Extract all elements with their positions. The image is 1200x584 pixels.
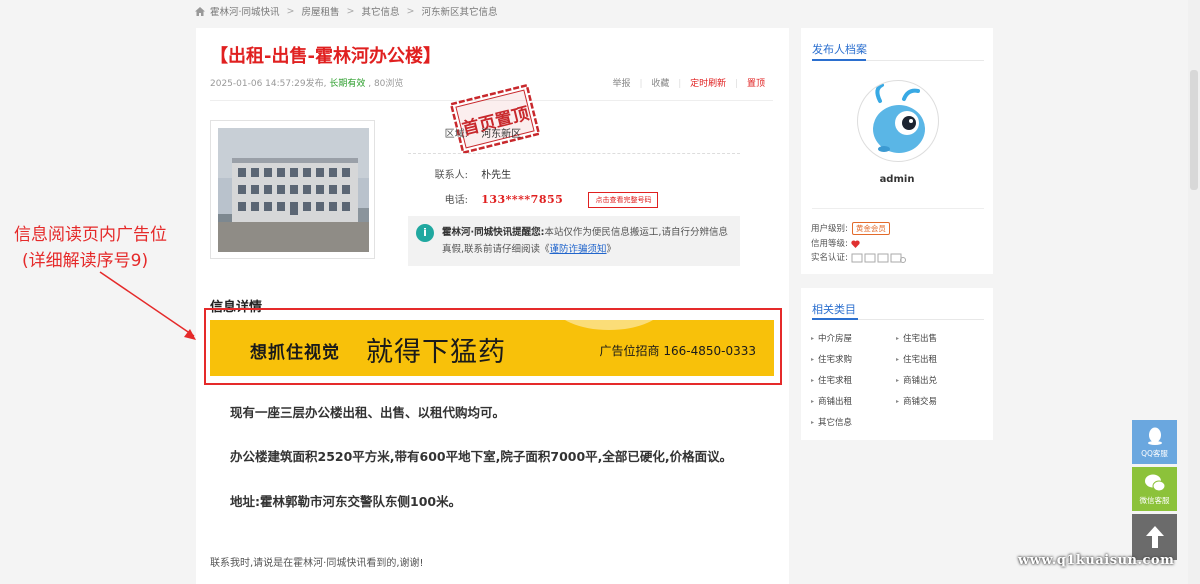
category-link[interactable]: 商铺交易 [896,395,937,407]
pin-top-link[interactable]: 置顶 [747,79,765,89]
arrow-up-icon [1145,526,1164,548]
photo-gallery[interactable]: 1图 [210,120,375,341]
detail-paragraph: 现有一座三层办公楼出租、出售、以租代购均可。 [230,405,506,420]
ad-highlight-frame [204,308,782,385]
building-photo[interactable] [218,128,369,252]
category-link[interactable]: 商铺出兑 [896,374,937,386]
anti-fraud-link[interactable]: 谨防诈骗须知 [550,244,607,255]
breadcrumb-site[interactable]: 霍林河·同城快讯 [210,4,280,18]
detail-paragraph: 地址:霍林郭勒市河东交警队东侧100米。 [230,494,462,509]
post-actions: 举报 | 收藏 | 定时刷新 | 置顶 [607,76,765,89]
divider: | [678,79,682,89]
safety-tip-text: 霍林河·同城快讯提醒您:本站仅作为便民信息搬运工,请自行分辨信息真假,联系前请仔… [442,224,732,258]
level-label: 用户级别: [811,224,848,234]
category-link[interactable]: 其它信息 [811,416,852,428]
category-link[interactable]: 住宅出售 [896,332,937,344]
category-link[interactable]: 住宅求租 [811,374,852,386]
qq-support-button[interactable]: QQ客服 [1132,420,1177,464]
wechat-label: 微信客服 [1139,496,1170,505]
info-icon: i [416,224,434,242]
post-validity: 长期有效 [329,79,366,89]
area-label: 区域: [444,129,468,140]
wechat-icon [1144,474,1165,492]
tip-title: 霍林河·同城快讯提醒您: [442,227,545,238]
qq-icon [1147,427,1162,445]
phone-value: 133****7855 [481,193,564,206]
avatar[interactable] [857,80,939,162]
annotation-line1: 信息阅读页内广告位 [14,225,167,245]
publisher-card: 发布人档案 admin 用户级别: 黄金会员 信用等级: 实名认证: [801,28,993,274]
breadcrumb-separator: > [286,5,295,17]
tip-end: 》 [606,244,617,255]
contact-label: 联系人: [434,170,468,181]
divider: | [735,79,739,89]
heading-underline [812,59,866,61]
phone-label: 电话: [444,195,468,206]
breadcrumb-separator: > [406,5,415,17]
verify-row: 实名认证: [811,251,907,263]
heading-underline [812,318,858,320]
publisher-name: admin [879,174,915,185]
scheduled-refresh-link[interactable]: 定时刷新 [690,79,726,89]
phone-row: 电话: 133****7855 点击查看完整号码 [418,191,659,208]
breadcrumb-subcategory[interactable]: 其它信息 [361,4,399,18]
credit-label: 信用等级: [811,239,848,249]
scrollbar-thumb[interactable] [1190,70,1198,190]
category-link[interactable]: 中介房屋 [811,332,852,344]
user-level-row: 用户级别: 黄金会员 [811,222,890,235]
favorite-link[interactable]: 收藏 [651,79,669,89]
contact-note: 联系我时,请说是在霍林河·同城快讯看到的,谢谢! [210,558,424,569]
home-icon[interactable] [195,6,205,16]
breadcrumb-separator: > [346,5,355,17]
related-heading: 相关类目 [812,303,856,316]
report-link[interactable]: 举报 [613,79,631,89]
divider [812,208,984,209]
heart-icon [850,239,860,248]
category-link[interactable]: 住宅出租 [896,353,937,365]
post-detail-panel: 【出租-出售-霍林河办公楼】 2025-01-06 14:57:29发布, 长期… [196,28,789,584]
area-row: 区域: 河东新区 [418,125,522,140]
verify-label: 实名认证: [811,253,848,263]
divider [408,153,740,154]
contact-row: 联系人: 朴先生 [418,166,512,181]
page-scrollbar[interactable] [1188,0,1200,584]
post-meta: 2025-01-06 14:57:29发布, 长期有效 , 80浏览 [210,76,403,89]
qq-label: QQ客服 [1141,449,1168,458]
show-full-phone-button[interactable]: 点击查看完整号码 [588,192,659,208]
category-link[interactable]: 商铺出租 [811,395,852,407]
watermark: www.q1kuaisun.com [1018,553,1175,568]
credit-row: 信用等级: [811,237,860,249]
detail-paragraph: 办公楼建筑面积2520平方米,带有600平地下室,院子面积7000平,全部已硬化… [230,449,733,464]
publisher-heading: 发布人档案 [812,43,867,56]
area-value[interactable]: 河东新区 [481,129,521,140]
breadcrumb-category[interactable]: 房屋租售 [302,4,340,18]
featured-stamp: 首页置顶 [449,83,542,155]
post-time: 2025-01-06 14:57:29发布, [210,79,327,89]
verification-icons [851,253,906,263]
annotation-arrow [99,271,196,340]
post-title: 【出租-出售-霍林河办公楼】 [210,46,441,67]
safety-tip: i 霍林河·同城快讯提醒您:本站仅作为便民信息搬运工,请自行分辨信息真假,联系前… [408,216,740,266]
divider: | [639,79,643,89]
annotation-label: 信息阅读页内广告位 (详细解读序号9) [14,222,184,274]
breadcrumb: 霍林河·同城快讯 > 房屋租售 > 其它信息 > 河东新区其它信息 [195,4,497,18]
post-views: , 80浏览 [368,79,404,89]
level-badge: 黄金会员 [851,222,890,235]
breadcrumb-current[interactable]: 河东新区其它信息 [421,4,497,18]
category-link[interactable]: 住宅求购 [811,353,852,365]
related-categories: 相关类目 中介房屋 住宅出售 住宅求购 住宅出租 住宅求租 商铺出兑 商铺出租 … [801,288,993,440]
contact-value: 朴先生 [481,170,512,181]
wechat-support-button[interactable]: 微信客服 [1132,467,1177,511]
